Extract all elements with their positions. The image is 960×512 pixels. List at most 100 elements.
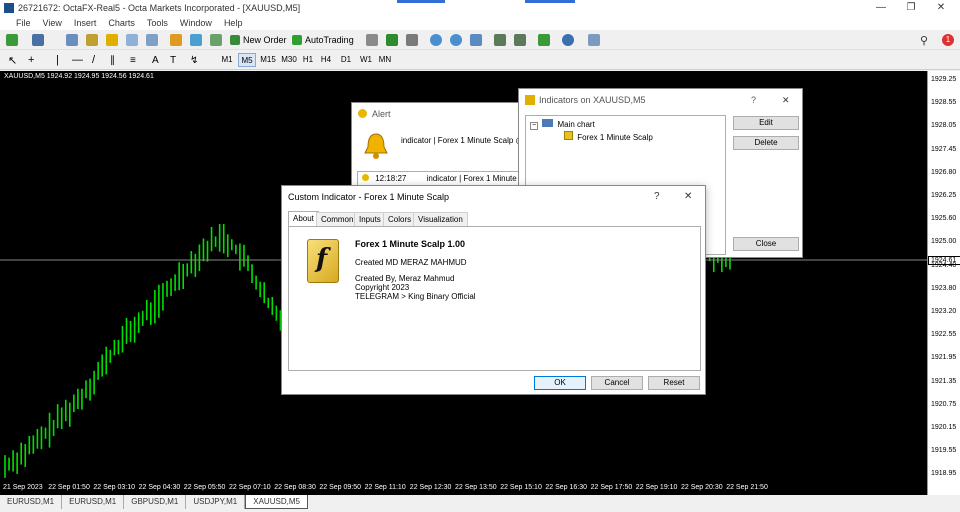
price-tick: 1921.95 (931, 354, 957, 362)
menu-view[interactable]: View (37, 18, 68, 28)
time-tick: 22 Sep 04:30 (138, 484, 181, 491)
close-dialog-button[interactable]: Close (733, 237, 799, 251)
indicators-help-button[interactable]: ? (751, 89, 756, 111)
zoom-in-icon[interactable] (430, 33, 442, 47)
timeframe-mn[interactable]: MN (376, 53, 394, 67)
timeframe-m5[interactable]: M5 (238, 53, 256, 67)
notifications-icon[interactable]: 1 (942, 33, 954, 47)
close-icon[interactable]: ✕ (684, 186, 692, 208)
reset-button[interactable]: Reset (648, 376, 700, 390)
vps-icon[interactable] (210, 33, 222, 47)
price-tick: 1929.25 (931, 76, 957, 83)
trendline-icon[interactable]: / (92, 53, 95, 67)
chart-tab[interactable]: EURUSD,M1 (0, 495, 63, 509)
indicators-title-text: Indicators on XAUUSD,M5 (539, 95, 646, 105)
cursor-icon[interactable]: ↖ (8, 53, 17, 67)
close-button[interactable]: ✕ (926, 0, 956, 15)
copyright-text: Copyright 2023 (355, 283, 410, 292)
menu-help[interactable]: Help (218, 18, 249, 28)
autotrading-icon (292, 35, 302, 45)
price-tick: 1922.55 (931, 331, 957, 339)
window-title-bar: 26721672: OctaFX-Real5 - Octa Markets In… (0, 0, 960, 15)
restore-button[interactable]: ❐ (896, 0, 926, 15)
tab-common[interactable]: Common (316, 212, 359, 227)
indicators-icon[interactable] (538, 33, 550, 47)
alert-title: Alert (352, 103, 525, 125)
zoom-out-icon[interactable] (450, 33, 462, 47)
arrows-icon[interactable]: ↯ (190, 53, 198, 67)
price-tick: 1921.35 (931, 377, 957, 385)
search-icon[interactable]: ⚲ (920, 33, 928, 47)
market-watch-icon[interactable] (66, 33, 78, 47)
tab-about[interactable]: About (288, 211, 319, 227)
fibonacci-icon[interactable]: ≡ (130, 53, 136, 67)
menu-charts[interactable]: Charts (102, 18, 141, 28)
delete-button[interactable]: Delete (733, 136, 799, 150)
tab-visualization[interactable]: Visualization (413, 212, 468, 227)
equidistant-channel-icon[interactable]: ∥ (110, 53, 115, 67)
templates-icon[interactable] (588, 33, 600, 47)
periods-icon[interactable] (562, 33, 574, 47)
window-title: 26721672: OctaFX-Real5 - Octa Markets In… (18, 2, 301, 13)
price-tick: 1928.05 (931, 122, 957, 130)
menu-insert[interactable]: Insert (68, 18, 103, 28)
alert-row-icon (362, 174, 369, 181)
time-tick: 21 Sep 2023 (3, 484, 43, 491)
market-icon[interactable] (170, 33, 182, 47)
chart-shift-icon[interactable] (514, 33, 526, 47)
cancel-button[interactable]: Cancel (591, 376, 643, 390)
timeframe-h4[interactable]: H4 (318, 53, 334, 67)
chart-tab[interactable]: USDJPY,M1 (186, 495, 246, 509)
menu-tools[interactable]: Tools (141, 18, 174, 28)
minimize-button[interactable]: — (866, 0, 896, 15)
tab-colors[interactable]: Colors (383, 212, 417, 227)
timeframe-m30[interactable]: M30 (279, 53, 299, 67)
data-window-icon[interactable] (86, 33, 98, 47)
new-chart-icon[interactable] (6, 33, 18, 47)
alert-message: indicator | Forex 1 Minute Scalp @ (401, 136, 524, 145)
timeframe-m1[interactable]: M1 (218, 53, 236, 67)
chart-tabs: EURUSD,M1 EURUSD,M1 GBPUSD,M1 USDJPY,M1 … (0, 495, 960, 512)
edit-button[interactable]: Edit (733, 116, 799, 130)
crosshair-icon[interactable]: + (28, 53, 34, 67)
bar-chart-icon[interactable] (366, 33, 378, 47)
navigator-icon[interactable] (106, 33, 118, 47)
tile-windows-icon[interactable] (470, 33, 482, 47)
timeframe-d1[interactable]: D1 (338, 53, 354, 67)
ok-button[interactable]: OK (534, 376, 586, 390)
autotrading-button[interactable]: AutoTrading (292, 33, 354, 47)
signals-icon[interactable] (190, 33, 202, 47)
tree-item-label: Forex 1 Minute Scalp (577, 133, 653, 142)
line-chart-icon[interactable] (406, 33, 418, 47)
menu-file[interactable]: File (0, 18, 37, 28)
price-tick: 1920.15 (931, 424, 957, 431)
new-order-button[interactable]: New Order (230, 33, 287, 47)
price-tick: 1928.55 (931, 99, 957, 107)
indicator-logo: f (307, 239, 339, 283)
timeframe-h1[interactable]: H1 (300, 53, 316, 67)
chart-tab[interactable]: GBPUSD,M1 (124, 495, 187, 509)
help-button[interactable]: ? (654, 186, 660, 208)
vertical-line-icon[interactable]: | (56, 53, 59, 67)
candlestick-icon[interactable] (386, 33, 398, 47)
time-tick: 22 Sep 07:10 (229, 484, 271, 491)
menu-window[interactable]: Window (174, 18, 218, 28)
scroll-chart-icon[interactable] (494, 33, 506, 47)
indicators-close-icon[interactable]: ✕ (782, 89, 790, 111)
timeframe-w1[interactable]: W1 (358, 53, 374, 67)
strategy-tester-icon[interactable] (146, 33, 158, 47)
chart-tab-active[interactable]: XAUUSD,M5 (245, 495, 308, 509)
profiles-icon[interactable] (32, 33, 44, 47)
custom-indicator-title-text: Custom Indicator - Forex 1 Minute Scalp (288, 192, 450, 202)
tree-root[interactable]: − Main chart (530, 119, 595, 130)
tree-item-indicator[interactable]: Forex 1 Minute Scalp (564, 131, 653, 142)
chart-tab[interactable]: EURUSD,M1 (62, 495, 125, 509)
text-label-icon[interactable]: T (170, 53, 176, 67)
timeframe-m15[interactable]: M15 (258, 53, 278, 67)
price-tick: 1924.40 (931, 261, 957, 269)
terminal-icon[interactable] (126, 33, 138, 47)
tab-inputs[interactable]: Inputs (354, 212, 386, 227)
text-icon[interactable]: A (152, 53, 159, 67)
horizontal-line-icon[interactable]: — (72, 53, 83, 67)
new-order-icon (230, 35, 240, 45)
